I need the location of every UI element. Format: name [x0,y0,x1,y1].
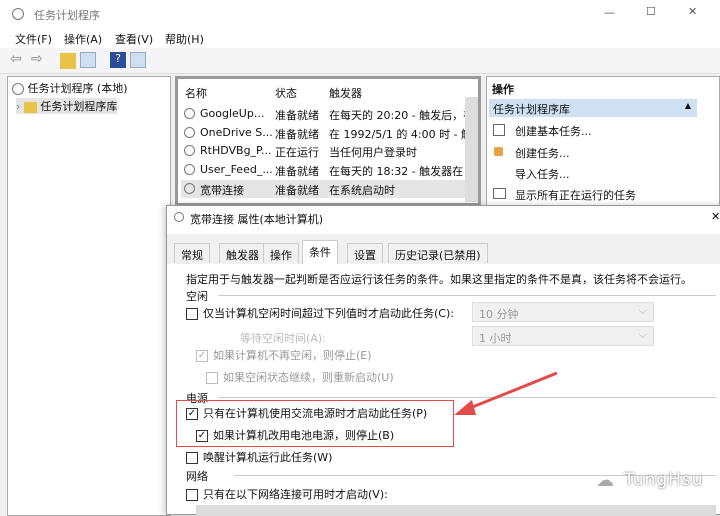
tree-root-label: 任务计划程序 (本地) [27,82,128,95]
running-tasks-icon [493,188,506,199]
wake-checkbox[interactable]: 唤醒计算机运行此任务(W) [186,449,332,465]
folder-up-icon[interactable] [60,53,76,69]
show-action-pane-icon[interactable] [130,52,146,68]
action-create-basic-task[interactable]: 创建基本任务... [515,123,592,139]
create-basic-task-icon [493,124,505,136]
tree-panel: 任务计划程序 (本地) › 任务计划程序库 [7,76,171,516]
title-bar: 任务计划程序 — ☐ ✕ [0,0,720,28]
network-select[interactable] [196,505,716,515]
task-status: 正在运行 [275,146,319,160]
table-row[interactable]: User_Feed_... 准备就绪 在每天的 18:32 - 触发器在 [181,161,467,179]
task-status: 准备就绪 [275,165,319,179]
task-trigger: 在系统启动时 [329,183,395,197]
folder-icon [23,101,37,113]
wait-idle-label: 等待空闲时间(A): [240,332,326,345]
show-tree-icon[interactable] [80,52,96,68]
toolbar: ⇦ ⇨ ? [0,48,720,74]
stop-if-not-idle-checkbox[interactable]: ✓ 如果计算机不再空闲，则停止(E) [196,347,372,363]
restart-if-idle-label: 如果空闲状态继续，则重新启动(U) [223,371,394,384]
help-icon[interactable]: ? [110,52,126,68]
task-name: 宽带连接 [200,183,244,197]
task-icon [184,182,195,194]
actions-section-label: 任务计划程序库 [493,103,570,116]
task-name: RtHDVBg_P... [200,144,272,158]
col-trigger[interactable]: 触发器 [329,85,362,101]
action-import-task[interactable]: 导入任务... [515,166,570,182]
wait-idle-select[interactable]: 1 小时 [472,326,654,346]
task-status: 准备就绪 [275,127,319,141]
task-status: 准备就绪 [275,109,319,122]
actions-section[interactable]: 任务计划程序库 ▲ [489,99,697,117]
tab-history[interactable]: 历史记录(已禁用) [388,243,488,263]
restart-if-idle-checkbox[interactable]: 如果空闲状态继续，则重新启动(U) [206,369,394,385]
task-icon [184,126,195,138]
action-show-running[interactable]: 显示所有正在运行的任务 [515,187,636,203]
task-trigger: 在每天的 20:20 - 触发后，在 [329,109,465,122]
actions-header: 操作 [492,83,514,96]
scrollbar[interactable] [465,97,478,202]
tab-conditions[interactable]: 条件 [302,240,338,264]
task-name: OneDrive S... [200,125,273,139]
action-create-task[interactable]: 创建任务... [515,145,570,161]
actions-panel: 操作 任务计划程序库 ▲ 创建基本任务... 创建任务... 导入任务... 显示… [486,76,720,206]
wechat-icon: ☁ [596,470,614,491]
col-status[interactable]: 状态 [275,85,297,101]
stop-if-not-idle-label: 如果计算机不再空闲，则停止(E) [213,349,372,362]
task-status: 准备就绪 [275,183,319,197]
watermark: TungHsu [624,470,704,490]
menu-file[interactable]: 文件(F) [15,31,52,47]
conditions-description: 指定用于与触发器一起判断是否应运行该任务的条件。如果这里指定的条件不是真，该任务… [186,273,692,286]
highlight-box [176,400,454,447]
tab-actions[interactable]: 操作 [263,243,299,263]
menu-action[interactable]: 操作(A) [64,31,102,47]
task-trigger: 当任何用户登录时 [329,146,417,160]
red-arrow-icon [454,371,558,415]
tree-library-label: 任务计划程序库 [40,100,118,113]
tree-library[interactable]: › 任务计划程序库 [16,98,118,114]
wake-label: 唤醒计算机运行此任务(W) [203,451,333,464]
task-icon [184,145,195,157]
start-if-idle-checkbox[interactable]: 仅当计算机空闲时间超过下列值时才启动此任务(C): [186,305,454,321]
task-name: GoogleUp... [200,107,265,120]
close-button[interactable]: ✕ [688,5,697,18]
start-if-idle-label: 仅当计算机空闲时间超过下列值时才启动此任务(C): [203,307,454,320]
idle-group-label: 空闲 [186,290,208,303]
tab-general[interactable]: 常规 [174,243,210,263]
network-group-label: 网络 [186,470,208,483]
table-row[interactable]: RtHDVBg_P... 正在运行 当任何用户登录时 [181,142,467,160]
task-trigger: 在 1992/5/1 的 4:00 时 - 触 [329,127,465,141]
create-task-icon [494,147,503,156]
task-icon [184,108,195,119]
dialog-title: 宽带连接 属性(本地计算机) [190,213,324,226]
maximize-button[interactable]: ☐ [646,5,656,18]
idle-duration-select[interactable]: 10 分钟 [472,302,654,322]
minimize-button[interactable]: — [604,6,615,19]
table-row[interactable]: GoogleUp... 准备就绪 在每天的 20:20 - 触发后，在 [181,105,467,123]
window-title: 任务计划程序 [34,9,100,22]
network-checkbox[interactable]: 只有在以下网络连接可用时才启动(V): [186,486,388,502]
task-icon [184,164,195,176]
back-icon[interactable]: ⇦ [10,51,22,67]
dialog-clock-icon [174,212,184,222]
tree-root[interactable]: 任务计划程序 (本地) [12,80,128,96]
tab-settings[interactable]: 设置 [347,243,383,263]
task-trigger: 在每天的 18:32 - 触发器在 [329,165,464,179]
menu-view[interactable]: 查看(V) [115,31,153,47]
tab-triggers[interactable]: 触发器 [219,243,266,263]
menu-bar: 文件(F) 操作(A) 查看(V) 帮助(H) [0,28,720,48]
table-row[interactable]: 宽带连接 准备就绪 在系统启动时 [181,179,467,198]
dialog-close-button[interactable]: ✕ [711,210,720,223]
col-name[interactable]: 名称 [185,85,207,101]
task-list: 名称 状态 触发器 GoogleUp... 准备就绪 在每天的 20:20 - … [175,76,481,206]
clock-icon [12,8,24,20]
menu-help[interactable]: 帮助(H) [165,31,204,47]
forward-icon[interactable]: ⇨ [31,51,43,67]
network-label: 只有在以下网络连接可用时才启动(V): [203,488,388,501]
table-row[interactable]: OneDrive S... 准备就绪 在 1992/5/1 的 4:00 时 -… [181,124,467,142]
divider [218,295,716,296]
task-name: User_Feed_... [200,163,273,177]
